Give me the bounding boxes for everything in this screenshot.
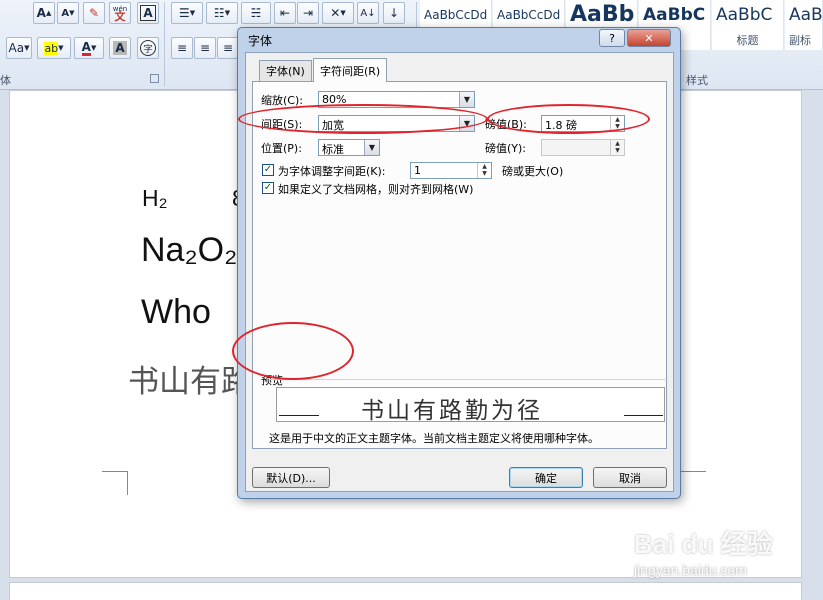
tab-font[interactable]: 字体(N)	[259, 60, 312, 81]
default-button[interactable]: 默认(D)...	[252, 467, 330, 488]
preview-underline-right	[624, 415, 663, 416]
spin-up-icon[interactable]: ▲	[478, 163, 491, 170]
align-center-icon: ≡	[199, 41, 211, 55]
spin-up-icon[interactable]: ▲	[611, 140, 624, 147]
snap-to-grid-checkbox[interactable]: ✓	[262, 182, 274, 194]
font-dialog-launcher[interactable]	[150, 74, 159, 83]
sort-button[interactable]: A↓	[357, 2, 379, 24]
margin-corner-mark	[102, 471, 128, 495]
ok-button[interactable]: 确定	[509, 467, 583, 488]
numbering-button[interactable]: ☷ ▼	[206, 2, 238, 24]
multilevel-list-icon: ☵	[250, 6, 262, 20]
preview-separator	[269, 379, 668, 380]
annotation-ellipse-spacing-by	[487, 104, 650, 134]
spin-down-icon[interactable]: ▼	[611, 147, 624, 154]
close-icon: ✕	[644, 31, 654, 45]
kerning-label: 为字体调整字间距(K):	[278, 165, 386, 178]
caret-down-icon: ▼	[69, 9, 75, 17]
next-page	[9, 582, 802, 600]
font-color-button[interactable]: A ▼	[74, 37, 104, 59]
spin-down-icon[interactable]: ▼	[478, 170, 491, 177]
char-shading-button[interactable]: A	[109, 37, 131, 59]
doc-line-who: Who	[141, 293, 211, 331]
dialog-title: 字体	[248, 34, 273, 48]
kerning-suffix: 磅或更大(O)	[502, 165, 564, 178]
bulleted-list-icon: ☰	[178, 6, 190, 20]
chevron-down-icon: ▼	[90, 44, 97, 52]
position-by-spinner[interactable]: ▲ ▼	[541, 139, 625, 156]
preview-underline-left	[279, 415, 319, 416]
watermark-url: jingyan.baidu.com	[634, 562, 747, 578]
ribbon-separator	[164, 2, 165, 86]
align-center-button[interactable]: ≡	[194, 37, 216, 59]
highlight-button[interactable]: ab ▼	[37, 37, 71, 59]
increase-indent-button[interactable]: ⇥	[297, 2, 319, 24]
styles-group-label: 样式	[686, 74, 708, 87]
chevron-down-icon: ▼	[340, 9, 346, 17]
align-left-button[interactable]: ≡	[171, 37, 193, 59]
preview-note: 这是用于中文的正文主题字体。当前文档主题定义将使用哪种字体。	[269, 432, 599, 445]
chevron-down-icon: ▼	[189, 9, 196, 17]
chinese-layout-button[interactable]: ✕ ▼	[322, 2, 354, 24]
watermark: Bai du 经验 jingyan.baidu.com	[616, 522, 816, 584]
enclose-char-button[interactable]: 字	[137, 37, 159, 59]
chevron-down-icon: ▼	[459, 92, 474, 107]
tab-character-spacing[interactable]: 字符间距(R)	[313, 58, 388, 82]
show-marks-button[interactable]: ↓	[383, 2, 405, 24]
close-button[interactable]: ✕	[627, 29, 671, 47]
align-left-icon: ≡	[176, 41, 188, 55]
char-border-button[interactable]: A	[137, 2, 159, 24]
position-by-label: 磅值(Y):	[485, 142, 527, 155]
doc-line-chinese: 书山有路	[128, 364, 252, 400]
chevron-down-icon: ▼	[58, 44, 64, 52]
eraser-icon: ✎	[88, 6, 100, 20]
bullets-button[interactable]: ☰ ▼	[171, 2, 203, 24]
chevron-down-icon: ▼	[24, 44, 30, 52]
annotation-ellipse-spacing	[238, 104, 488, 134]
cancel-button[interactable]: 取消	[593, 467, 667, 488]
font-dialog: 字体 ? ✕ 字体(N) 字符间距(R) 缩放(C): 80% ▼ 间距(S):…	[237, 27, 681, 499]
kerning-checkbox[interactable]: ✓	[262, 164, 274, 176]
preview-box: 书山有路勤为径	[276, 387, 665, 424]
decrease-indent-button[interactable]: ⇤	[274, 2, 296, 24]
kerning-spinner[interactable]: 1 ▲ ▼	[410, 162, 492, 179]
margin-corner-mark	[680, 471, 706, 495]
chevron-down-icon: ▼	[364, 140, 379, 155]
annotation-ellipse-preview	[232, 322, 354, 380]
baidu-logo: Bai du 经验	[634, 529, 773, 559]
snap-to-grid-label: 如果定义了文档网格，则对齐到网格(W)	[278, 183, 474, 196]
doc-line-h2: H₂	[142, 185, 168, 211]
doc-line-na2o2: Na₂O₂	[141, 231, 238, 269]
chinese-layout-icon: ✕	[330, 6, 341, 20]
align-right-button[interactable]: ≡	[217, 37, 239, 59]
chevron-down-icon: ▼	[224, 9, 231, 17]
style-tile-title[interactable]: AaBbC 标题	[712, 0, 784, 50]
font-group-label: 体	[0, 74, 11, 87]
align-right-icon: ≡	[222, 41, 234, 55]
shrink-font-button[interactable]: A ▼	[57, 2, 79, 24]
decrease-indent-icon: ⇤	[279, 6, 291, 20]
caret-up-icon: ▲	[45, 9, 52, 17]
help-button[interactable]: ?	[599, 29, 625, 47]
style-tile-subtitle[interactable]: AaB 副标	[785, 0, 823, 50]
position-label: 位置(P):	[261, 142, 302, 155]
grow-font-button[interactable]: A ▲	[33, 2, 55, 24]
clear-format-button[interactable]: ✎	[83, 2, 105, 24]
change-case-button[interactable]: Aa ▼	[6, 37, 32, 59]
phonetic-guide-button[interactable]: wén 文	[109, 2, 131, 24]
preview-text: 书山有路勤为径	[361, 398, 543, 424]
increase-indent-icon: ⇥	[302, 6, 314, 20]
numbered-list-icon: ☷	[213, 6, 225, 20]
multilevel-list-button[interactable]: ☵	[241, 2, 271, 24]
sort-icon: A↓	[360, 7, 376, 19]
position-select[interactable]: 标准 ▼	[318, 139, 380, 156]
